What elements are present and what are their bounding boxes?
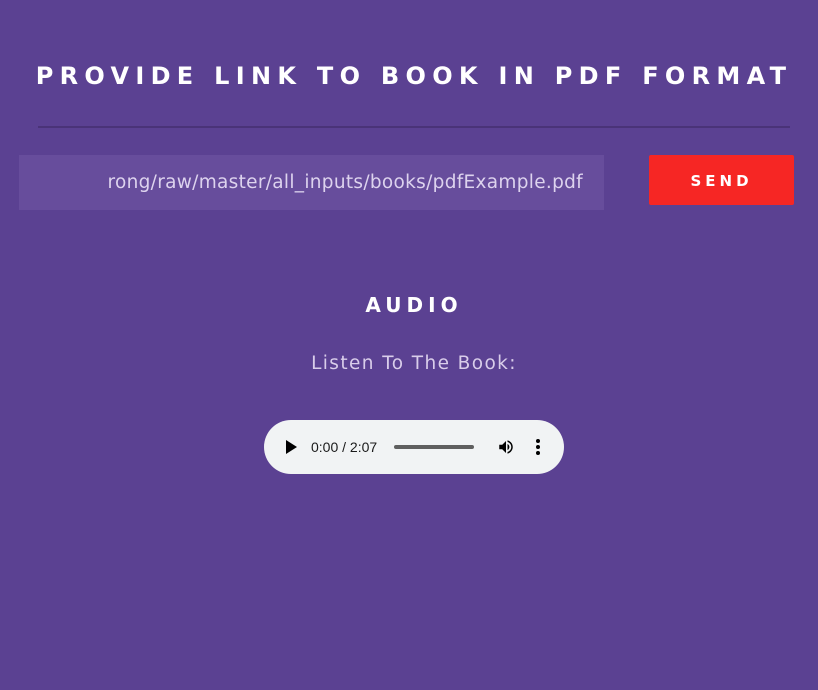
play-icon[interactable] <box>286 440 297 454</box>
audio-player[interactable]: 0:00 / 2:07 <box>264 420 564 474</box>
audio-progress-bar[interactable] <box>394 445 474 449</box>
more-vertical-icon[interactable] <box>530 438 546 456</box>
page-title: PROVIDE LINK TO BOOK IN PDF FORMAT <box>35 62 793 90</box>
send-button[interactable]: SEND <box>649 155 794 205</box>
page: PROVIDE LINK TO BOOK IN PDF FORMAT rong/… <box>0 0 818 690</box>
book-url-input[interactable]: rong/raw/master/all_inputs/books/pdfExam… <box>19 155 604 210</box>
listen-label: Listen To The Book: <box>311 353 517 374</box>
divider <box>38 126 790 128</box>
volume-icon[interactable] <box>497 438 515 456</box>
audio-time: 0:00 / 2:07 <box>311 439 378 455</box>
audio-section-title: AUDIO <box>365 293 463 317</box>
book-url-value[interactable]: rong/raw/master/all_inputs/books/pdfExam… <box>107 155 583 210</box>
